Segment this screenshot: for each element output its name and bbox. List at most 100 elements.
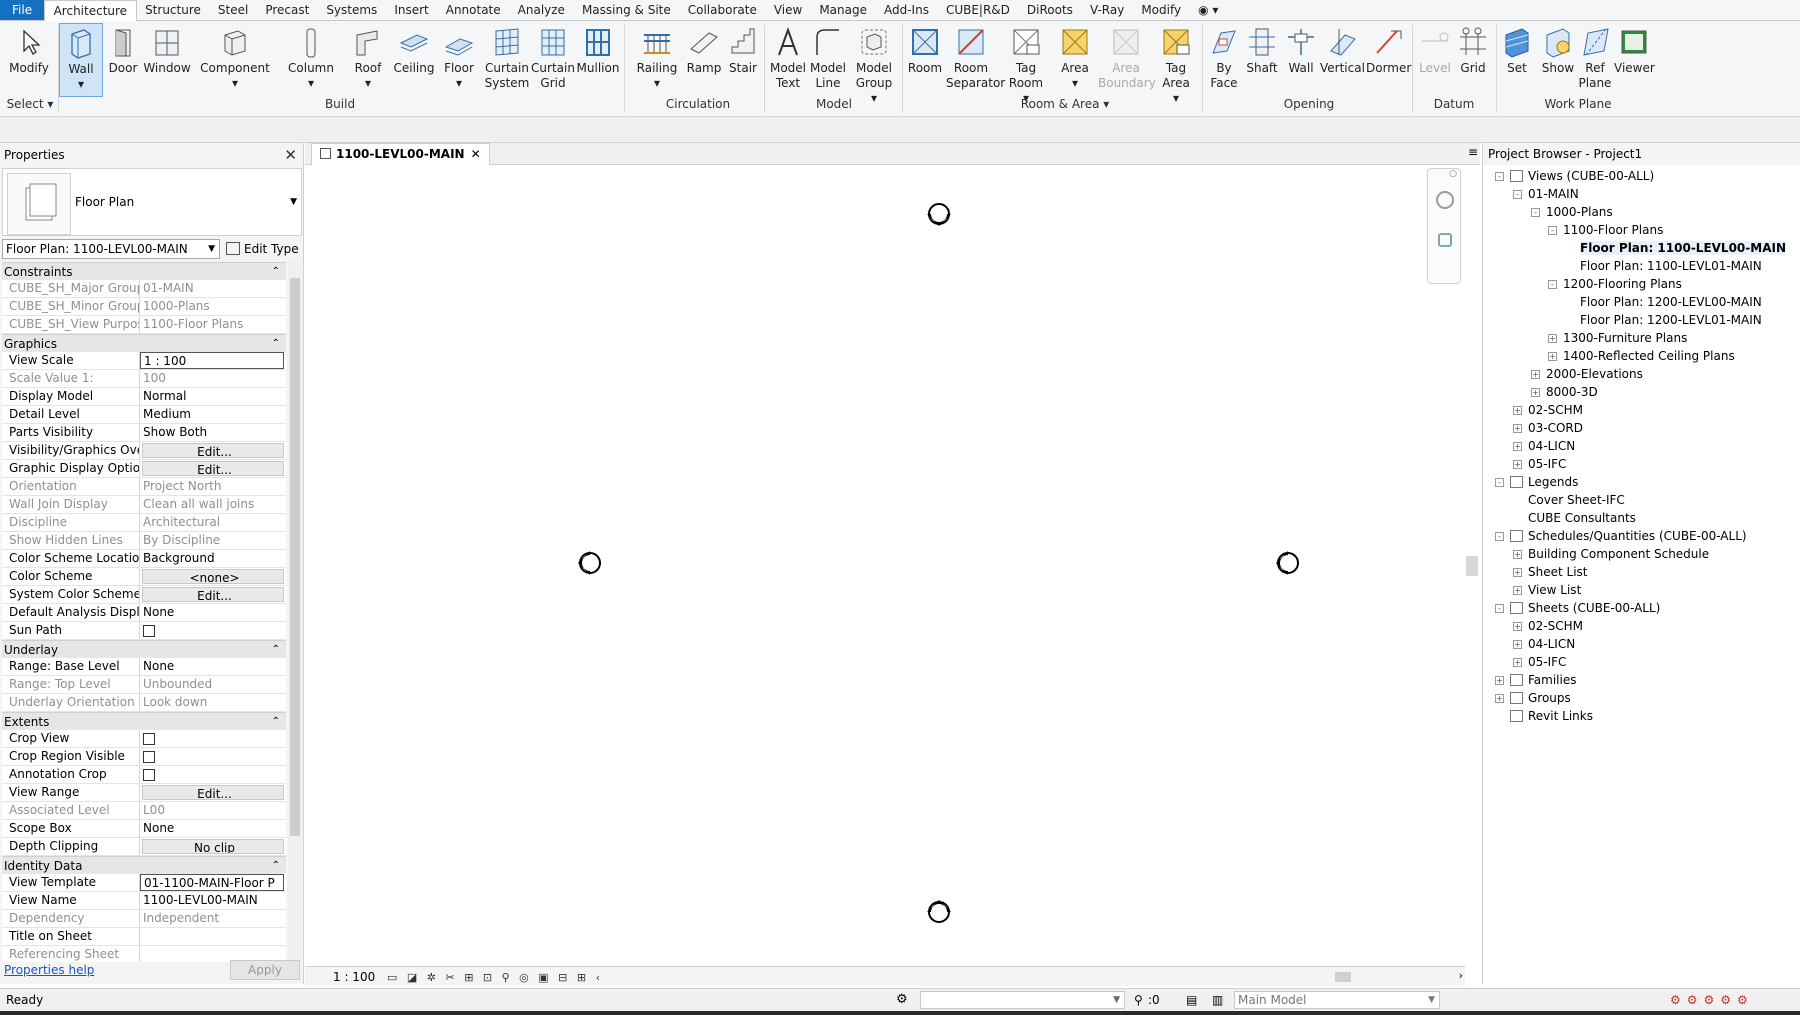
door-button[interactable]: Door (106, 23, 140, 76)
browser-node[interactable]: +04-LICN (1513, 437, 1575, 455)
expand-icon[interactable]: + (1513, 460, 1522, 469)
property-value[interactable] (140, 622, 286, 639)
expand-icon[interactable]: + (1495, 676, 1504, 685)
browser-node[interactable]: + View List (1513, 581, 1581, 599)
property-value[interactable] (140, 928, 286, 945)
modify-button[interactable]: Modify (8, 23, 50, 76)
expand-icon[interactable]: + (1548, 334, 1557, 343)
expand-icon[interactable]: + (1513, 406, 1522, 415)
browser-node[interactable]: +05-IFC (1513, 455, 1566, 473)
elevation-marker-west[interactable] (578, 551, 601, 575)
dormer-button[interactable]: Dormer (1366, 23, 1411, 76)
property-value[interactable]: Background (140, 550, 286, 567)
property-row[interactable]: View Range Edit... (2, 784, 286, 802)
expand-icon[interactable]: + (1513, 586, 1522, 595)
property-value[interactable]: None (140, 658, 286, 675)
browser-node[interactable]: +02-SCHM (1513, 617, 1583, 635)
property-value[interactable]: None (140, 604, 286, 621)
expand-icon[interactable]: + (1531, 388, 1540, 397)
type-selector[interactable]: Floor Plan ▼ (2, 168, 302, 236)
view-scale[interactable]: 1 : 100 (333, 967, 375, 987)
tab-precast[interactable]: Precast (257, 0, 318, 20)
exclude-options-icon[interactable]: ▥ (1212, 989, 1223, 1011)
tag-area-button[interactable]: Tag Area ▾ (1158, 23, 1194, 106)
tab-view[interactable]: View (765, 0, 810, 20)
property-row[interactable]: Annotation Crop (2, 766, 286, 784)
browser-node[interactable]: CUBE Consultants (1513, 509, 1636, 527)
browser-node[interactable]: -1100-Floor Plans (1548, 221, 1663, 239)
collapse-icon[interactable]: - (1513, 190, 1522, 199)
browser-node[interactable]: +1400-Reflected Ceiling Plans (1548, 347, 1735, 365)
section-extents[interactable]: Extents ⌃ (2, 712, 286, 730)
steering-wheel-icon[interactable] (1436, 191, 1454, 209)
editable-only-icon[interactable]: ⚲ (1134, 989, 1143, 1011)
property-row[interactable]: Crop Region Visible (2, 748, 286, 766)
column-button[interactable]: Column ▾ (286, 23, 336, 91)
component-button[interactable]: Component ▾ (200, 23, 270, 91)
browser-node[interactable]: - Schedules/Quantities (CUBE-00-ALL) (1495, 527, 1747, 545)
expand-icon[interactable]: + (1531, 370, 1540, 379)
view-tab[interactable]: 1100-LEVL00-MAIN ✕ (311, 143, 490, 165)
collapse-icon[interactable]: - (1495, 532, 1504, 541)
collapse-icon[interactable]: ⌃ (272, 335, 280, 353)
checkbox[interactable] (143, 625, 155, 637)
property-row[interactable]: Display Model Normal (2, 388, 286, 406)
property-row[interactable]: View Scale 1 : 100 (2, 352, 286, 370)
property-row[interactable]: Detail Level Medium (2, 406, 286, 424)
browser-node[interactable]: +2000-Elevations (1531, 365, 1643, 383)
ceiling-button[interactable]: Ceiling (393, 23, 435, 76)
checkbox[interactable] (143, 769, 155, 781)
property-row[interactable]: Color Scheme <none> (2, 568, 286, 586)
section-graphics[interactable]: Graphics ⌃ (2, 334, 286, 352)
stair-button[interactable]: Stair (726, 23, 760, 76)
tab-modify[interactable]: Modify (1133, 0, 1190, 20)
property-value[interactable] (140, 766, 286, 783)
model-line-button[interactable]: Model Line (808, 23, 848, 91)
expand-icon[interactable]: + (1548, 352, 1557, 361)
section-constraints[interactable]: Constraints ⌃ (2, 262, 286, 280)
area-boundary-button[interactable]: Area Boundary (1098, 23, 1156, 91)
property-value[interactable]: Edit... (142, 461, 284, 476)
tab-analyze[interactable]: Analyze (509, 0, 573, 20)
browser-node[interactable]: +04-LICN (1513, 635, 1575, 653)
checkbox[interactable] (143, 751, 155, 763)
property-row[interactable]: Title on Sheet (2, 928, 286, 946)
elevation-marker-east[interactable] (1276, 551, 1299, 575)
zoom-icon[interactable] (1438, 233, 1452, 247)
browser-node[interactable]: -1200-Flooring Plans (1548, 275, 1682, 293)
property-value[interactable]: Edit... (142, 587, 284, 602)
expand-icon[interactable]: + (1513, 640, 1522, 649)
quick-access-dropdown-icon[interactable]: ◉ ▾ (1190, 0, 1227, 20)
collapse-icon[interactable]: ⌃ (272, 263, 280, 281)
tab-collaborate[interactable]: Collaborate (679, 0, 765, 20)
ref-plane-button[interactable]: Ref Plane (1578, 23, 1612, 91)
expand-icon[interactable]: + (1513, 550, 1522, 559)
property-value[interactable]: 1 : 100 (140, 352, 284, 369)
browser-node[interactable]: -1000-Plans (1531, 203, 1613, 221)
tab-massing-site[interactable]: Massing & Site (573, 0, 679, 20)
collapse-icon[interactable]: - (1548, 226, 1557, 235)
property-value[interactable] (140, 748, 286, 765)
tab-manage[interactable]: Manage (811, 0, 876, 20)
wall-opening-button[interactable]: Wall (1284, 23, 1318, 76)
scroll-thumb[interactable] (1466, 556, 1478, 576)
collapse-icon[interactable]: - (1495, 604, 1504, 613)
section-underlay[interactable]: Underlay ⌃ (2, 640, 286, 658)
browser-node[interactable]: + Sheet List (1513, 563, 1587, 581)
chevron-down-icon[interactable]: ▼ (290, 197, 297, 207)
tab-annotate[interactable]: Annotate (437, 0, 509, 20)
property-value[interactable]: 01-1100-MAIN-Floor P (140, 874, 284, 891)
edit-type-button[interactable]: Edit Type (226, 239, 299, 259)
elevation-marker-north[interactable] (927, 203, 951, 226)
scroll-right-icon[interactable]: › (1459, 969, 1463, 982)
property-row[interactable]: System Color Schemes Edit... (2, 586, 286, 604)
tab-diroots[interactable]: DiRoots (1018, 0, 1081, 20)
property-row[interactable]: Color Scheme Location Background (2, 550, 286, 568)
section-identity-data[interactable]: Identity Data ⌃ (2, 856, 286, 874)
mullion-button[interactable]: Mullion (576, 23, 620, 76)
properties-help-link[interactable]: Properties help (4, 963, 94, 977)
level-button[interactable]: Level (1418, 23, 1452, 76)
property-value[interactable]: 1100-LEVL00-MAIN (140, 892, 286, 909)
design-option-selector[interactable]: Main Model ▼ (1234, 991, 1440, 1009)
scroll-thumb[interactable] (290, 278, 300, 836)
